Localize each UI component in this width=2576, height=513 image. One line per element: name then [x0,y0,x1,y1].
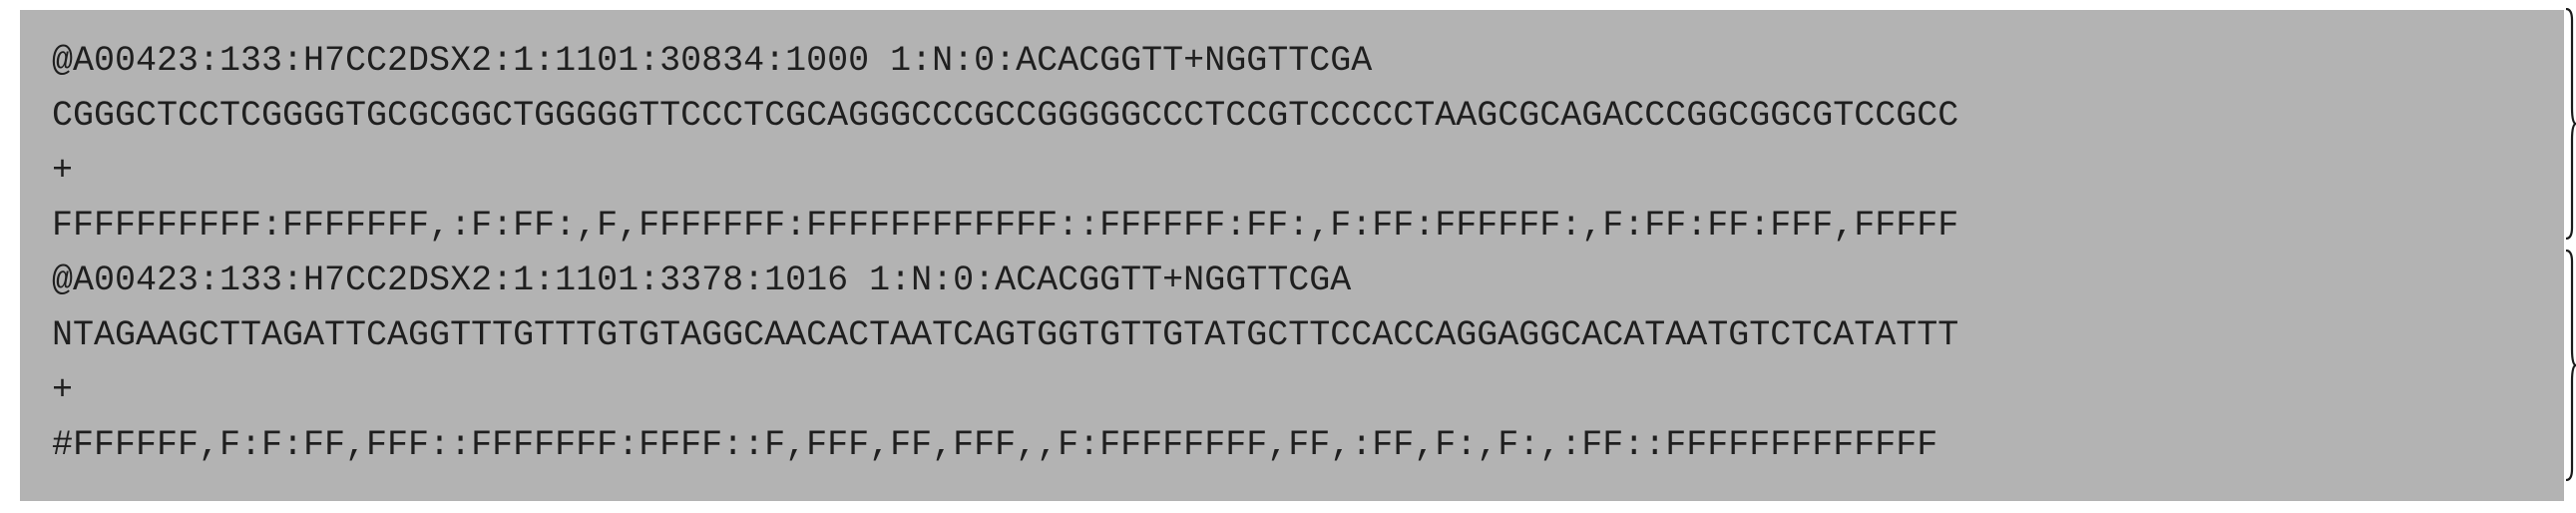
read-header: @A00423:133:H7CC2DSX2:1:1101:3378:1016 1… [52,260,1352,300]
read-sequence: CGGGCTCCTCGGGGTGCGCGGCTGGGGGTTCCCTCGCAGG… [52,96,1959,136]
read-separator: + [52,370,74,410]
read-quality: FFFFFFFFFF:FFFFFFF,:F:FF:,F,FFFFFFF:FFFF… [52,206,1959,246]
record-2-brace [2566,250,2576,481]
read-sequence: NTAGAAGCTTAGATTCAGGTTTGTTTGTGTAGGCAACACT… [52,315,1959,355]
fastq-record-2: @A00423:133:H7CC2DSX2:1:1101:3378:1016 1… [52,254,2564,473]
read-quality: #FFFFFF,F:F:FF,FFF::FFFFFFF:FFFF::F,FFF,… [52,425,1938,465]
fastq-record-1: @A00423:133:H7CC2DSX2:1:1101:30834:1000 … [52,34,2564,254]
read-separator: + [52,151,74,191]
record-1-brace [2566,8,2576,240]
right-curly-brace-icon [2566,250,2576,481]
right-curly-brace-icon [2566,8,2576,240]
fastq-text-panel: @A00423:133:H7CC2DSX2:1:1101:30834:1000 … [20,10,2564,501]
read-header: @A00423:133:H7CC2DSX2:1:1101:30834:1000 … [52,41,1373,81]
